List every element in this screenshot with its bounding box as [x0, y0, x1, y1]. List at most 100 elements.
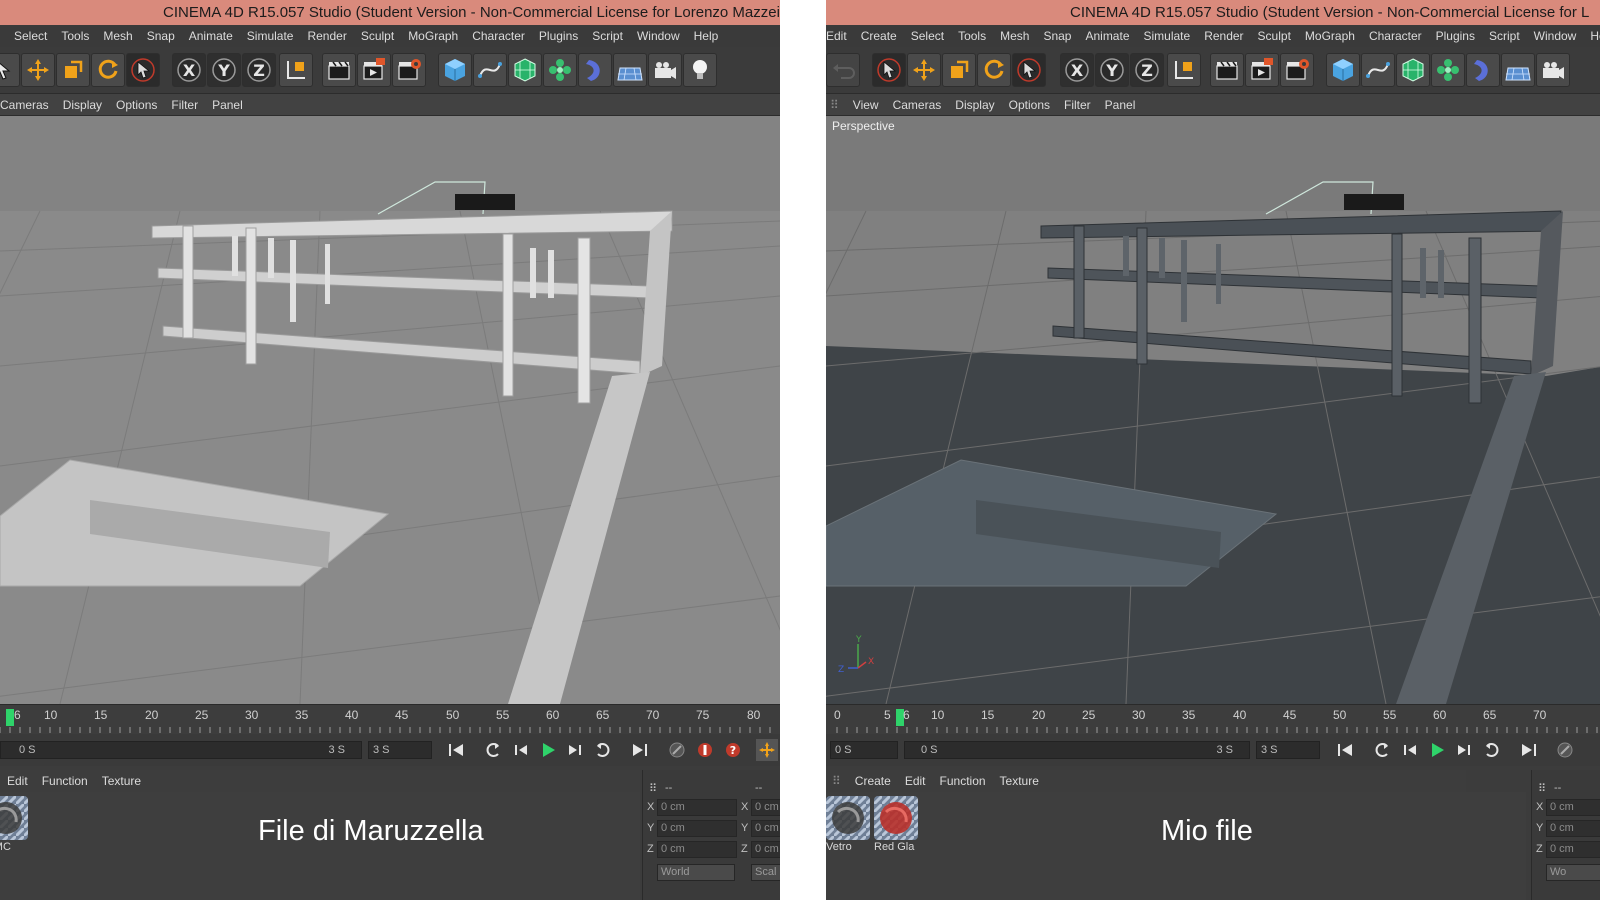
x-axis-lock-button[interactable]: X: [172, 53, 206, 87]
material-swatch[interactable]: Red Gla: [874, 796, 918, 856]
material-menu-edit[interactable]: Edit: [898, 770, 933, 792]
timeline-ruler[interactable]: 6 10 15 20 25 30 35 40 45 50 55 60 65 70…: [0, 704, 780, 734]
cube-object-button[interactable]: [438, 53, 472, 87]
deformer-button[interactable]: [578, 53, 612, 87]
scale-tool-button[interactable]: [942, 53, 976, 87]
menu-character[interactable]: Character: [1362, 25, 1429, 47]
menu-mesh[interactable]: Mesh: [993, 25, 1036, 47]
menu-simulate[interactable]: Simulate: [1137, 25, 1198, 47]
menu-edit[interactable]: Edit: [826, 25, 854, 47]
cube-object-button[interactable]: [1326, 53, 1360, 87]
render-view-button[interactable]: [1210, 53, 1244, 87]
menu-snap[interactable]: Snap: [1036, 25, 1078, 47]
recent-tool-button[interactable]: [126, 53, 160, 87]
menu-simulate[interactable]: Simulate: [240, 25, 301, 47]
menu-help[interactable]: Help: [1583, 25, 1600, 47]
scale-tool-button[interactable]: [56, 53, 90, 87]
prev-key-button[interactable]: [1371, 739, 1393, 761]
render-view-button[interactable]: [322, 53, 356, 87]
menu-render[interactable]: Render: [300, 25, 353, 47]
menu-sculpt[interactable]: Sculpt: [1251, 25, 1298, 47]
size-y-field[interactable]: 0 cm: [751, 820, 780, 837]
menu-plugins[interactable]: Plugins: [532, 25, 585, 47]
menu-animate[interactable]: Animate: [182, 25, 240, 47]
go-to-end-button[interactable]: [1518, 739, 1540, 761]
camera-button[interactable]: [648, 53, 682, 87]
menu-plugins[interactable]: Plugins: [1429, 25, 1482, 47]
menu-help[interactable]: Help: [687, 25, 726, 47]
material-menu-function[interactable]: Function: [933, 770, 993, 792]
menu-snap[interactable]: Snap: [140, 25, 182, 47]
menu-mograph[interactable]: MoGraph: [401, 25, 465, 47]
z-axis-lock-button[interactable]: Z: [242, 53, 276, 87]
viewport-menu-filter[interactable]: Filter: [164, 94, 205, 115]
viewport-menu-view[interactable]: View: [846, 94, 886, 115]
menu-tools[interactable]: Tools: [951, 25, 993, 47]
menu-window[interactable]: Window: [1527, 25, 1584, 47]
next-frame-button[interactable]: [564, 739, 586, 761]
play-button[interactable]: [537, 739, 559, 761]
play-button[interactable]: [1426, 739, 1448, 761]
prev-frame-button[interactable]: [1399, 739, 1421, 761]
material-swatch[interactable]: tr MC: [0, 796, 28, 856]
next-frame-button[interactable]: [1453, 739, 1475, 761]
material-menu-function[interactable]: Function: [35, 770, 95, 792]
next-key-button[interactable]: [592, 739, 614, 761]
camera-button[interactable]: [1536, 53, 1570, 87]
record-keys-button[interactable]: [666, 739, 688, 761]
y-axis-lock-button[interactable]: Y: [1095, 53, 1129, 87]
size-z-field[interactable]: 0 cm: [751, 841, 780, 858]
menu-create[interactable]: Create: [854, 25, 904, 47]
max-time-field[interactable]: 3 S: [368, 741, 432, 759]
go-to-end-button[interactable]: [629, 739, 651, 761]
viewport-menu-cameras[interactable]: Cameras: [886, 94, 949, 115]
menu-mograph[interactable]: MoGraph: [1298, 25, 1362, 47]
viewport-menu-panel[interactable]: Panel: [1098, 94, 1143, 115]
menu-character[interactable]: Character: [465, 25, 532, 47]
go-to-start-button[interactable]: [1334, 739, 1356, 761]
world-dropdown[interactable]: World: [657, 864, 735, 881]
menu-window[interactable]: Window: [630, 25, 687, 47]
move-tool-button[interactable]: [21, 53, 55, 87]
render-to-picture-viewer-button[interactable]: [357, 53, 391, 87]
perspective-viewport[interactable]: Y X Z Perspective: [826, 116, 1600, 704]
position-x-field[interactable]: 0 cm: [657, 799, 737, 816]
material-menu-edit[interactable]: Edit: [0, 770, 35, 792]
floor-button[interactable]: [613, 53, 647, 87]
coordinate-system-button[interactable]: [279, 53, 313, 87]
live-selection-button[interactable]: [0, 53, 20, 87]
light-button[interactable]: [683, 53, 717, 87]
menu-render[interactable]: Render: [1197, 25, 1250, 47]
subdivision-surface-button[interactable]: [508, 53, 542, 87]
spline-pen-button[interactable]: [473, 53, 507, 87]
undo-button[interactable]: [826, 53, 860, 87]
menu-script[interactable]: Script: [1482, 25, 1527, 47]
menu-tools[interactable]: Tools: [54, 25, 96, 47]
recent-tool-button[interactable]: [1012, 53, 1046, 87]
render-settings-button[interactable]: [1280, 53, 1314, 87]
prev-key-button[interactable]: [482, 739, 504, 761]
material-menu-texture[interactable]: Texture: [993, 770, 1046, 792]
prev-frame-button[interactable]: [510, 739, 532, 761]
position-y-field[interactable]: 0 cm: [1546, 820, 1600, 837]
y-axis-lock-button[interactable]: Y: [207, 53, 241, 87]
cloner-button[interactable]: [543, 53, 577, 87]
menu-script[interactable]: Script: [585, 25, 630, 47]
material-swatch[interactable]: Vetro: [826, 796, 870, 856]
scale-dropdown[interactable]: Scal: [751, 864, 780, 881]
cloner-button[interactable]: [1431, 53, 1465, 87]
coordinate-system-button[interactable]: [1167, 53, 1201, 87]
next-key-button[interactable]: [1481, 739, 1503, 761]
position-key-button[interactable]: [756, 739, 778, 761]
viewport-menu-display[interactable]: Display: [56, 94, 109, 115]
floor-button[interactable]: [1501, 53, 1535, 87]
subdivision-surface-button[interactable]: [1396, 53, 1430, 87]
size-x-field[interactable]: 0 cm: [751, 799, 780, 816]
position-z-field[interactable]: 0 cm: [1546, 841, 1600, 858]
current-time-field[interactable]: 0 S: [830, 741, 898, 759]
viewport-menu-filter[interactable]: Filter: [1057, 94, 1098, 115]
menu-select[interactable]: Select: [0, 25, 54, 47]
z-axis-lock-button[interactable]: Z: [1130, 53, 1164, 87]
material-menu-texture[interactable]: Texture: [95, 770, 148, 792]
preview-range-slider[interactable]: 0 S 3 S: [904, 741, 1250, 759]
